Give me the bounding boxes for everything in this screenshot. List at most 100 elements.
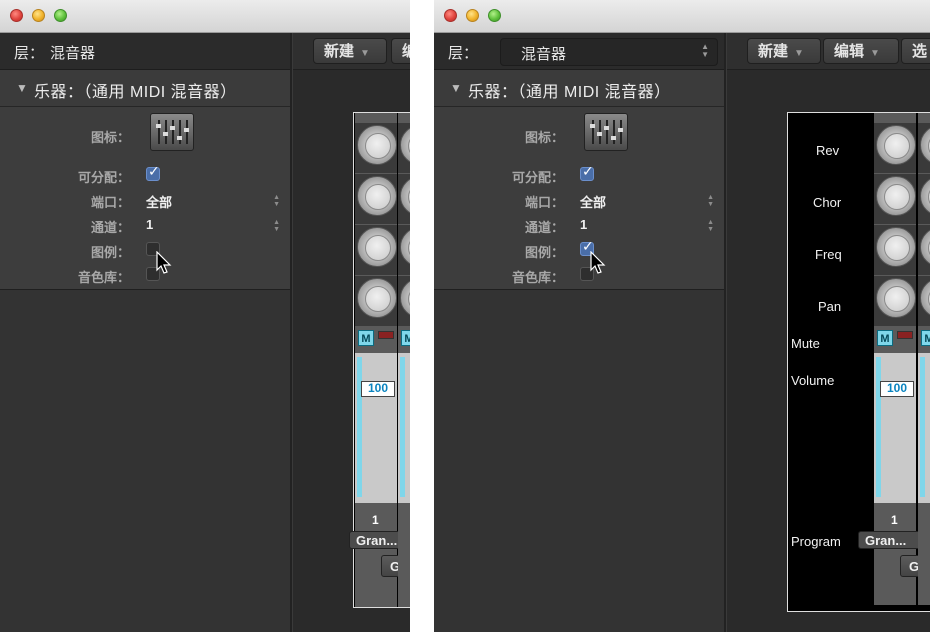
close-window-button[interactable] xyxy=(444,9,457,22)
channel-strip-next: M xyxy=(398,113,410,607)
volume-value[interactable]: 100 xyxy=(880,381,914,397)
program-row-label: Program xyxy=(791,534,841,549)
checkmark-icon: ✓ xyxy=(582,163,594,179)
edit-menu-button[interactable]: 编 xyxy=(391,38,410,64)
edit-menu-button[interactable]: 编辑 ▼ xyxy=(823,38,899,64)
pan-knob[interactable] xyxy=(876,278,916,318)
layer-label: 层： xyxy=(14,45,45,62)
volume-fader[interactable]: 100 xyxy=(355,353,397,503)
left-window: 层： 混音器 ▼ 乐器：（通用 MIDI 混音器） 图标： 可分配： ✓ 端口：… xyxy=(0,0,410,632)
arrow-cursor-icon xyxy=(156,251,172,274)
new-menu-button[interactable]: 新建 ▼ xyxy=(313,38,387,64)
checkmark-icon: ✓ xyxy=(148,163,160,179)
port-label: 端口： xyxy=(524,195,564,210)
layer-value: 混音器 xyxy=(521,46,567,63)
gm-mixer-object[interactable]: Rev Chor Freq Pan Mute Volume Program M … xyxy=(787,112,930,612)
rev-row-label: Rev xyxy=(816,143,840,158)
mute-button-icon[interactable]: M xyxy=(921,330,930,346)
assignable-label: 可分配： xyxy=(77,170,130,185)
assignable-checkbox[interactable]: ✓ xyxy=(580,163,594,181)
layer-row: 层： 混音器 xyxy=(0,33,290,70)
volume-fader[interactable] xyxy=(398,353,410,503)
volume-fader[interactable] xyxy=(918,353,930,503)
pan-knob[interactable] xyxy=(357,278,397,318)
port-value[interactable]: 全部 xyxy=(146,192,172,211)
inspector-panel: 层： 混音器 ▲ ▼ ▼ 乐器：（通用 MIDI 混音器） 图标： 可分配： ✓ … xyxy=(434,33,726,632)
chorus-knob[interactable] xyxy=(876,176,916,216)
channel-number: 1 xyxy=(891,513,898,527)
right-window: 层： 混音器 ▲ ▼ ▼ 乐器：（通用 MIDI 混音器） 图标： 可分配： ✓ … xyxy=(434,0,930,632)
disclosure-triangle-icon[interactable]: ▼ xyxy=(450,81,462,95)
freq-knob[interactable] xyxy=(357,227,397,267)
chor-row-label: Chor xyxy=(813,195,842,210)
channel-label: 通道： xyxy=(90,220,130,235)
zoom-window-button[interactable] xyxy=(54,9,67,22)
assignable-checkbox[interactable]: ✓ xyxy=(146,163,160,181)
minimize-window-button[interactable] xyxy=(466,9,479,22)
port-stepper-icon[interactable]: ▲ ▼ xyxy=(707,194,714,208)
freq-knob[interactable] xyxy=(876,227,916,267)
chorus-knob[interactable] xyxy=(357,176,397,216)
freq-row-label: Freq xyxy=(815,247,842,262)
toolbar: 新建 ▼ 编辑 ▼ 选 xyxy=(727,33,930,70)
new-menu-button[interactable]: 新建 ▼ xyxy=(747,38,821,64)
select-menu-button[interactable]: 选 xyxy=(901,38,930,64)
legend-label: 图例： xyxy=(90,245,130,260)
gm-mixer-object[interactable]: M 100 1 Gran... Gr M xyxy=(349,112,410,608)
instrument-label: 乐器： xyxy=(34,84,84,101)
layer-value[interactable]: 混音器 xyxy=(50,42,95,63)
volume-value[interactable]: 100 xyxy=(361,381,395,397)
layer-label: 层： xyxy=(448,45,479,62)
soundbank-label: 音色库： xyxy=(511,270,564,285)
toolbar: 新建 ▼ 编 xyxy=(293,33,410,70)
channel-stepper-icon[interactable]: ▲ ▼ xyxy=(273,219,280,233)
reverb-knob[interactable] xyxy=(357,125,397,165)
mute-button-icon[interactable]: M xyxy=(401,330,410,346)
port-stepper-icon[interactable]: ▲ ▼ xyxy=(273,194,280,208)
mixer-instrument-icon[interactable] xyxy=(584,113,628,151)
instrument-properties: 图标： 可分配： ✓ 端口： 全部 ▲ ▼ 通道： 1 ▲ ▼ 图例： ✓ 音色库： xyxy=(434,107,724,290)
mute-row-label: Mute xyxy=(791,336,820,351)
port-value[interactable]: 全部 xyxy=(580,192,606,211)
icon-label: 图标： xyxy=(90,130,130,145)
channel-label: 通道： xyxy=(524,220,564,235)
program-select[interactable]: Gran... xyxy=(858,531,922,549)
volume-row-label: Volume xyxy=(791,373,835,388)
close-window-button[interactable] xyxy=(10,9,23,22)
channel-value[interactable]: 1 xyxy=(146,217,153,232)
icon-label: 图标： xyxy=(524,130,564,145)
mute-led-icon xyxy=(378,331,394,339)
instrument-properties: 图标： 可分配： ✓ 端口： 全部 ▲ ▼ 通道： 1 ▲ ▼ 图例： 音色库： xyxy=(0,107,290,290)
instrument-header[interactable]: ▼ 乐器：（通用 MIDI 混音器） xyxy=(434,70,724,107)
title-bar xyxy=(0,0,410,33)
mixer-edit-area: Rev Chor Freq Pan Mute Volume Program M … xyxy=(727,70,930,632)
soundbank-label: 音色库： xyxy=(77,270,130,285)
disclosure-triangle-icon[interactable]: ▼ xyxy=(16,81,28,95)
channel-number: 1 xyxy=(372,513,379,527)
fader-track xyxy=(357,357,362,497)
channel-strip: M 100 1 Gran... Gr xyxy=(349,113,410,607)
instrument-label: 乐器： xyxy=(468,84,518,101)
pan-row-label: Pan xyxy=(818,299,842,314)
mute-button-icon[interactable]: M xyxy=(358,330,374,346)
minimize-window-button[interactable] xyxy=(32,9,45,22)
title-bar xyxy=(434,0,930,33)
dropdown-arrow-icon: ▼ xyxy=(794,48,804,59)
mixer-instrument-icon[interactable] xyxy=(150,113,194,151)
layer-select[interactable]: 混音器 ▲ ▼ xyxy=(500,38,718,66)
zoom-window-button[interactable] xyxy=(488,9,501,22)
instrument-name: （通用 MIDI 混音器） xyxy=(517,84,671,101)
mute-button-icon[interactable]: M xyxy=(877,330,893,346)
channel-strip-next: M xyxy=(918,113,930,605)
reverb-knob[interactable] xyxy=(876,125,916,165)
arrow-cursor-icon xyxy=(590,251,606,274)
channel-value[interactable]: 1 xyxy=(580,217,587,232)
volume-fader[interactable]: 100 xyxy=(874,353,916,503)
mute-led-icon xyxy=(897,331,913,339)
legend-label: 图例： xyxy=(524,245,564,260)
updown-arrows-icon: ▲ ▼ xyxy=(701,42,709,59)
port-label: 端口： xyxy=(90,195,130,210)
channel-stepper-icon[interactable]: ▲ ▼ xyxy=(707,219,714,233)
instrument-header[interactable]: ▼ 乐器：（通用 MIDI 混音器） xyxy=(0,70,290,107)
inspector-panel: 层： 混音器 ▼ 乐器：（通用 MIDI 混音器） 图标： 可分配： ✓ 端口：… xyxy=(0,33,292,632)
